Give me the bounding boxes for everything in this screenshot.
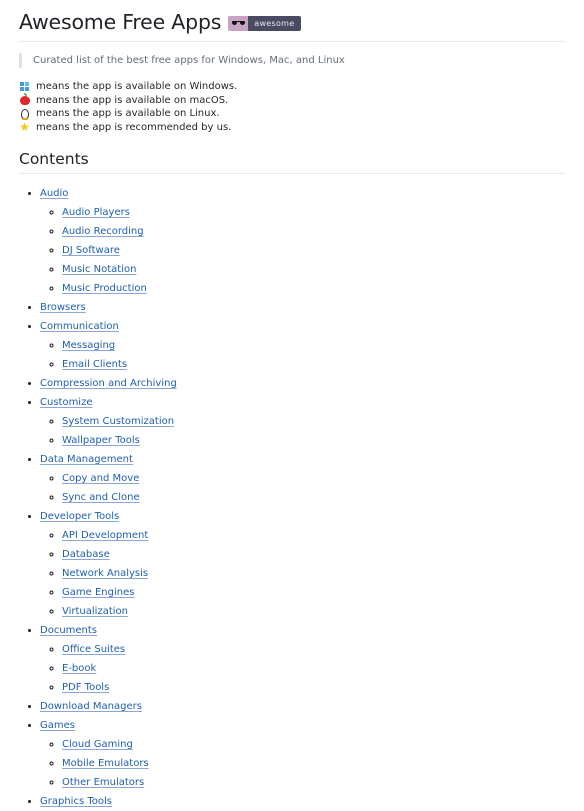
toc-sublink[interactable]: Virtualization: [62, 606, 128, 617]
sunglasses-icon: [231, 20, 245, 26]
description-quote: Curated list of the best free apps for W…: [19, 53, 565, 68]
toc-item: Browsers: [40, 298, 565, 317]
contents-heading: Contents: [19, 150, 565, 174]
toc-sublink[interactable]: API Development: [62, 530, 148, 541]
toc-subitem: Other Emulators: [62, 773, 565, 792]
legend-item: means the app is available on Linux.: [19, 107, 565, 121]
legend-item: ★ means the app is recommended by us.: [19, 121, 565, 135]
toc-subitem: DJ Software: [62, 241, 565, 260]
toc-subitem: Audio Recording: [62, 222, 565, 241]
legend-text: means the app is recommended by us.: [36, 121, 232, 133]
toc-subitem: Virtualization: [62, 602, 565, 621]
toc-link[interactable]: Compression and Archiving: [40, 378, 177, 389]
toc-link[interactable]: Communication: [40, 321, 119, 332]
toc-sublink[interactable]: Audio Players: [62, 207, 130, 218]
toc-sublist: API Development Database Network Analysis G…: [40, 526, 565, 621]
readme-page: Awesome Free Apps awesome Curated list o…: [0, 0, 584, 811]
toc-sublink[interactable]: Audio Recording: [62, 226, 144, 237]
page-title-text: Awesome Free Apps: [19, 10, 222, 34]
toc-subitem: Copy and Move: [62, 469, 565, 488]
toc-sublink[interactable]: Messaging: [62, 340, 115, 351]
toc-sublink[interactable]: DJ Software: [62, 245, 120, 256]
toc-item: Audio Audio Players Audio Recording DJ Soft…: [40, 184, 565, 298]
toc-sublink[interactable]: Music Notation: [62, 264, 136, 275]
toc-subitem: Messaging: [62, 336, 565, 355]
table-of-contents: Audio Audio Players Audio Recording DJ Soft…: [19, 184, 565, 811]
toc-sublink[interactable]: Cloud Gaming: [62, 739, 133, 750]
legend-text: means the app is available on macOS.: [36, 94, 229, 106]
legend-item: means the app is available on Windows.: [19, 80, 565, 94]
linux-penguin-icon: [19, 108, 30, 120]
toc-sublink[interactable]: Copy and Move: [62, 473, 139, 484]
toc-sublink[interactable]: Database: [62, 549, 110, 560]
toc-sublink[interactable]: Other Emulators: [62, 777, 144, 788]
toc-sublink[interactable]: Mobile Emulators: [62, 758, 149, 769]
awesome-badge[interactable]: awesome: [228, 15, 301, 31]
toc-sublink[interactable]: E-book: [62, 663, 96, 674]
toc-sublink[interactable]: PDF Tools: [62, 682, 109, 693]
toc-item: Developer Tools API Development Database Ne…: [40, 507, 565, 621]
apple-icon: [19, 92, 30, 106]
toc-subitem: Network Analysis: [62, 564, 565, 583]
toc-sublink[interactable]: Game Engines: [62, 587, 134, 598]
toc-item: Games Cloud Gaming Mobile Emulators Other E…: [40, 716, 565, 792]
toc-subitem: Music Notation: [62, 260, 565, 279]
toc-subitem: System Customization: [62, 412, 565, 431]
toc-sublist: System Customization Wallpaper Tools: [40, 412, 565, 450]
legend-text: means the app is available on Windows.: [36, 81, 238, 92]
toc-sublist: Cloud Gaming Mobile Emulators Other Emulat…: [40, 735, 565, 792]
toc-item: Communication Messaging Email Clients: [40, 317, 565, 374]
toc-link[interactable]: Audio: [40, 188, 68, 199]
toc-sublink[interactable]: Office Suites: [62, 644, 125, 655]
toc-item: Customize System Customization Wallpaper T…: [40, 393, 565, 450]
toc-sublist: Messaging Email Clients: [40, 336, 565, 374]
toc-subitem: Wallpaper Tools: [62, 431, 565, 450]
toc-sublink[interactable]: Wallpaper Tools: [62, 435, 140, 446]
toc-sublink[interactable]: System Customization: [62, 416, 174, 427]
toc-item: Download Managers: [40, 697, 565, 716]
windows-icon: [19, 81, 30, 92]
toc-subitem: Email Clients: [62, 355, 565, 374]
toc-sublist: Copy and Move Sync and Clone: [40, 469, 565, 507]
toc-link[interactable]: Graphics Tools: [40, 796, 112, 807]
toc-link[interactable]: Download Managers: [40, 701, 142, 712]
toc-link[interactable]: Games: [40, 720, 75, 731]
toc-item: Data Management Copy and Move Sync and Clo…: [40, 450, 565, 507]
toc-sublist: Audio Players Audio Recording DJ Software M…: [40, 203, 565, 298]
toc-link[interactable]: Customize: [40, 397, 93, 408]
toc-link[interactable]: Documents: [40, 625, 97, 636]
star-icon: ★: [19, 119, 30, 134]
toc-subitem: Music Production: [62, 279, 565, 298]
page-title: Awesome Free Apps awesome: [19, 6, 565, 42]
legend-text: means the app is available on Linux.: [36, 108, 220, 119]
toc-sublink[interactable]: Music Production: [62, 283, 147, 294]
awesome-badge-label: awesome: [248, 15, 301, 31]
toc-item: Compression and Archiving: [40, 374, 565, 393]
toc-subitem: PDF Tools: [62, 678, 565, 697]
toc-subitem: Database: [62, 545, 565, 564]
toc-subitem: Office Suites: [62, 640, 565, 659]
toc-subitem: E-book: [62, 659, 565, 678]
toc-subitem: API Development: [62, 526, 565, 545]
toc-sublist: Office Suites E-book PDF Tools: [40, 640, 565, 697]
toc-subitem: Cloud Gaming: [62, 735, 565, 754]
toc-subitem: Audio Players: [62, 203, 565, 222]
toc-item: Graphics Tools: [40, 792, 565, 811]
platform-legend: means the app is available on Windows. m…: [19, 80, 565, 134]
toc-link[interactable]: Data Management: [40, 454, 133, 465]
toc-link[interactable]: Developer Tools: [40, 511, 119, 522]
toc-item: Documents Office Suites E-book PDF Tools: [40, 621, 565, 697]
toc-subitem: Sync and Clone: [62, 488, 565, 507]
toc-sublink[interactable]: Sync and Clone: [62, 492, 140, 503]
legend-item: means the app is available on macOS.: [19, 92, 565, 108]
toc-sublink[interactable]: Email Clients: [62, 359, 127, 370]
toc-subitem: Mobile Emulators: [62, 754, 565, 773]
toc-subitem: Game Engines: [62, 583, 565, 602]
toc-sublink[interactable]: Network Analysis: [62, 568, 148, 579]
toc-link[interactable]: Browsers: [40, 302, 86, 313]
